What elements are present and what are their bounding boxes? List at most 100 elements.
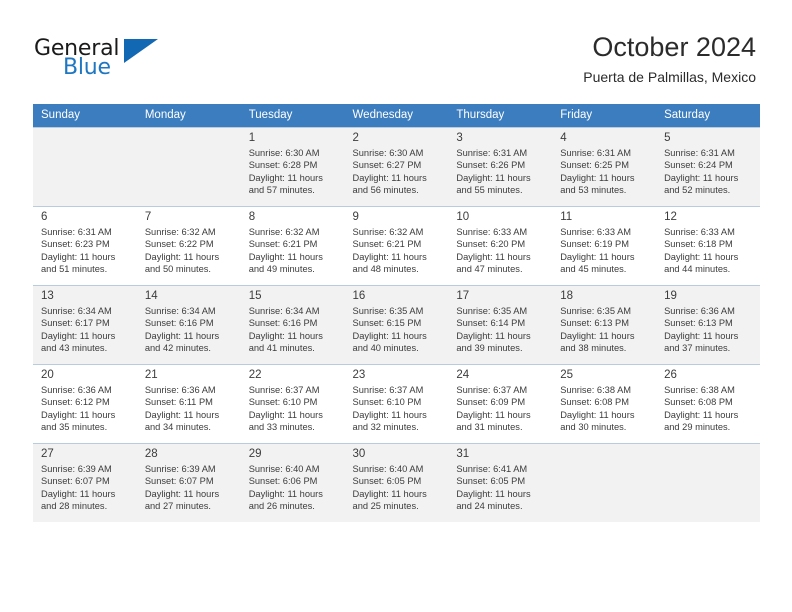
daylight-duration-line1: Daylight: 11 hours [248, 409, 323, 420]
daylight-duration-line1: Daylight: 11 hours [664, 172, 739, 183]
calendar-day-cell[interactable]: 9 Sunrise: 6:32 AM Sunset: 6:21 PM Daylight… [344, 206, 449, 286]
weekday-header-monday: Monday [136, 104, 241, 128]
sunrise-time: Sunrise: 6:35 AM [560, 306, 632, 316]
calendar-day-cell[interactable]: 31 Sunrise: 6:41 AM Sunset: 6:05 PM Dayligh… [448, 443, 553, 522]
day-number: 14 [144, 290, 158, 302]
daylight-duration-line1: Daylight: 11 hours [456, 172, 531, 183]
general-blue-logo[interactable]: General Blue [34, 36, 174, 88]
sunset-time: Sunset: 6:20 PM [456, 239, 526, 250]
calendar-body: 1 Sunrise: 6:30 AM Sunset: 6:28 PM Daylight… [33, 127, 760, 522]
day-number: 21 [144, 369, 158, 381]
day-cell-content: 19 Sunrise: 6:36 AM Sunset: 6:13 PM Dayligh… [656, 286, 760, 364]
page-header: General Blue October 2024 Puerta de Palm… [0, 0, 792, 104]
daylight-duration-line1: Daylight: 11 hours [456, 409, 531, 420]
daylight-duration-line2: and 32 minutes. [352, 422, 419, 433]
day-number: 17 [456, 290, 470, 302]
calendar-day-cell[interactable]: 22 Sunrise: 6:37 AM Sunset: 6:10 PM Dayligh… [240, 364, 345, 444]
sunrise-time: Sunrise: 6:33 AM [664, 227, 735, 237]
sunrise-time: Sunrise: 6:31 AM [560, 148, 632, 158]
calendar-day-cell[interactable]: 21 Sunrise: 6:36 AM Sunset: 6:11 PM Dayligh… [136, 364, 241, 444]
calendar-day-cell[interactable]: 18 Sunrise: 6:35 AM Sunset: 6:13 PM Dayligh… [552, 285, 657, 365]
calendar-day-cell[interactable]: 17 Sunrise: 6:35 AM Sunset: 6:14 PM Dayligh… [448, 285, 553, 365]
daylight-duration-line2: and 56 minutes. [352, 185, 419, 196]
weekday-header-thursday: Thursday [448, 104, 553, 128]
day-number: 29 [248, 448, 262, 460]
calendar-day-cell[interactable]: 7 Sunrise: 6:32 AM Sunset: 6:22 PM Daylight… [136, 206, 241, 286]
daylight-duration-line2: and 25 minutes. [352, 501, 419, 512]
calendar-day-cell[interactable]: 23 Sunrise: 6:37 AM Sunset: 6:10 PM Dayligh… [344, 364, 449, 444]
sunrise-time: Sunrise: 6:32 AM [352, 227, 424, 237]
calendar-day-cell[interactable]: 27 Sunrise: 6:39 AM Sunset: 6:07 PM Dayligh… [33, 443, 137, 522]
calendar-day-cell[interactable]: 12 Sunrise: 6:33 AM Sunset: 6:18 PM Dayligh… [656, 206, 760, 286]
day-cell-content: 29 Sunrise: 6:40 AM Sunset: 6:06 PM Dayligh… [241, 444, 345, 522]
daylight-duration-line1: Daylight: 11 hours [352, 409, 427, 420]
sunset-time: Sunset: 6:09 PM [456, 397, 526, 408]
day-cell-content: 6 Sunrise: 6:31 AM Sunset: 6:23 PM Daylight… [33, 207, 137, 285]
day-number: 9 [352, 211, 359, 223]
daylight-duration-line1: Daylight: 11 hours [352, 488, 427, 499]
sunset-time: Sunset: 6:08 PM [664, 397, 733, 408]
calendar-day-cell[interactable]: 5 Sunrise: 6:31 AM Sunset: 6:24 PM Daylight… [656, 127, 760, 207]
calendar-day-cell[interactable]: 14 Sunrise: 6:34 AM Sunset: 6:16 PM Dayligh… [136, 285, 241, 365]
calendar-day-cell[interactable]: 11 Sunrise: 6:33 AM Sunset: 6:19 PM Dayligh… [552, 206, 657, 286]
daylight-duration-line2: and 51 minutes. [41, 264, 108, 275]
calendar-day-cell[interactable]: 6 Sunrise: 6:31 AM Sunset: 6:23 PM Daylight… [33, 206, 137, 286]
calendar-day-cell[interactable]: 25 Sunrise: 6:38 AM Sunset: 6:08 PM Dayligh… [552, 364, 657, 444]
calendar-day-cell[interactable]: 1 Sunrise: 6:30 AM Sunset: 6:28 PM Daylight… [240, 127, 345, 207]
day-cell-content: 10 Sunrise: 6:33 AM Sunset: 6:20 PM Dayligh… [448, 207, 552, 285]
calendar-day-cell[interactable]: 20 Sunrise: 6:36 AM Sunset: 6:12 PM Dayligh… [33, 364, 137, 444]
sunrise-time: Sunrise: 6:36 AM [664, 306, 735, 316]
calendar-day-cell[interactable]: 13 Sunrise: 6:34 AM Sunset: 6:17 PM Dayligh… [33, 285, 137, 365]
calendar-day-cell[interactable]: 24 Sunrise: 6:37 AM Sunset: 6:09 PM Dayligh… [448, 364, 553, 444]
calendar-day-cell[interactable]: 8 Sunrise: 6:32 AM Sunset: 6:21 PM Daylight… [240, 206, 345, 286]
day-cell-content: 9 Sunrise: 6:32 AM Sunset: 6:21 PM Daylight… [345, 207, 449, 285]
sunrise-time: Sunrise: 6:36 AM [144, 385, 216, 395]
day-number: 20 [41, 369, 54, 381]
day-number: 19 [664, 290, 677, 302]
calendar-day-cell[interactable]: 29 Sunrise: 6:40 AM Sunset: 6:06 PM Dayligh… [240, 443, 345, 522]
daylight-duration-line2: and 40 minutes. [352, 343, 419, 354]
day-number: 25 [560, 369, 574, 381]
calendar-day-cell[interactable]: 19 Sunrise: 6:36 AM Sunset: 6:13 PM Dayligh… [656, 285, 760, 365]
day-number: 30 [352, 448, 366, 460]
sunset-time: Sunset: 6:28 PM [248, 160, 318, 171]
calendar-day-cell[interactable]: 4 Sunrise: 6:31 AM Sunset: 6:25 PM Daylight… [552, 127, 657, 207]
day-number: 2 [352, 132, 359, 144]
calendar-day-cell[interactable]: 28 Sunrise: 6:39 AM Sunset: 6:07 PM Dayligh… [136, 443, 241, 522]
sunrise-time: Sunrise: 6:33 AM [456, 227, 528, 237]
sunset-time: Sunset: 6:10 PM [248, 397, 318, 408]
sunrise-time: Sunrise: 6:38 AM [664, 385, 735, 395]
sunrise-time: Sunrise: 6:39 AM [41, 464, 112, 474]
calendar-day-cell[interactable]: 3 Sunrise: 6:31 AM Sunset: 6:26 PM Daylight… [448, 127, 553, 207]
daylight-duration-line1: Daylight: 11 hours [352, 251, 427, 262]
calendar-day-cell[interactable]: 26 Sunrise: 6:38 AM Sunset: 6:08 PM Dayligh… [656, 364, 760, 444]
daylight-duration-line1: Daylight: 11 hours [456, 488, 531, 499]
day-number: 22 [248, 369, 262, 381]
title-block: October 2024 Puerta de Palmillas, Mexico [583, 30, 756, 88]
sunset-time: Sunset: 6:21 PM [352, 239, 422, 250]
sunset-time: Sunset: 6:24 PM [664, 160, 733, 171]
day-number: 1 [248, 132, 256, 144]
sunset-time: Sunset: 6:15 PM [352, 318, 422, 329]
sunset-time: Sunset: 6:23 PM [41, 239, 110, 250]
calendar-day-cell-empty [552, 443, 657, 522]
day-cell-content: 4 Sunrise: 6:31 AM Sunset: 6:25 PM Daylight… [552, 128, 656, 206]
sunrise-time: Sunrise: 6:33 AM [560, 227, 632, 237]
daylight-duration-line1: Daylight: 11 hours [560, 330, 635, 341]
day-cell-content: 11 Sunrise: 6:33 AM Sunset: 6:19 PM Dayligh… [552, 207, 656, 285]
sunrise-time: Sunrise: 6:39 AM [144, 464, 216, 474]
sunset-time: Sunset: 6:19 PM [560, 239, 629, 250]
sunset-time: Sunset: 6:16 PM [248, 318, 318, 329]
calendar-day-cell[interactable]: 30 Sunrise: 6:40 AM Sunset: 6:05 PM Dayligh… [344, 443, 449, 522]
sunset-time: Sunset: 6:27 PM [352, 160, 422, 171]
day-number: 28 [144, 448, 158, 460]
calendar-day-cell[interactable]: 10 Sunrise: 6:33 AM Sunset: 6:20 PM Dayligh… [448, 206, 553, 286]
day-cell-content: 12 Sunrise: 6:33 AM Sunset: 6:18 PM Dayligh… [656, 207, 760, 285]
daylight-duration-line1: Daylight: 11 hours [248, 172, 323, 183]
day-cell-content: 7 Sunrise: 6:32 AM Sunset: 6:22 PM Daylight… [137, 207, 241, 285]
daylight-duration-line2: and 39 minutes. [456, 343, 523, 354]
calendar-day-cell[interactable]: 16 Sunrise: 6:35 AM Sunset: 6:15 PM Dayligh… [344, 285, 449, 365]
calendar-day-cell[interactable]: 15 Sunrise: 6:34 AM Sunset: 6:16 PM Dayligh… [240, 285, 345, 365]
day-cell-content [33, 128, 137, 206]
calendar-day-cell[interactable]: 2 Sunrise: 6:30 AM Sunset: 6:27 PM Daylight… [344, 127, 449, 207]
